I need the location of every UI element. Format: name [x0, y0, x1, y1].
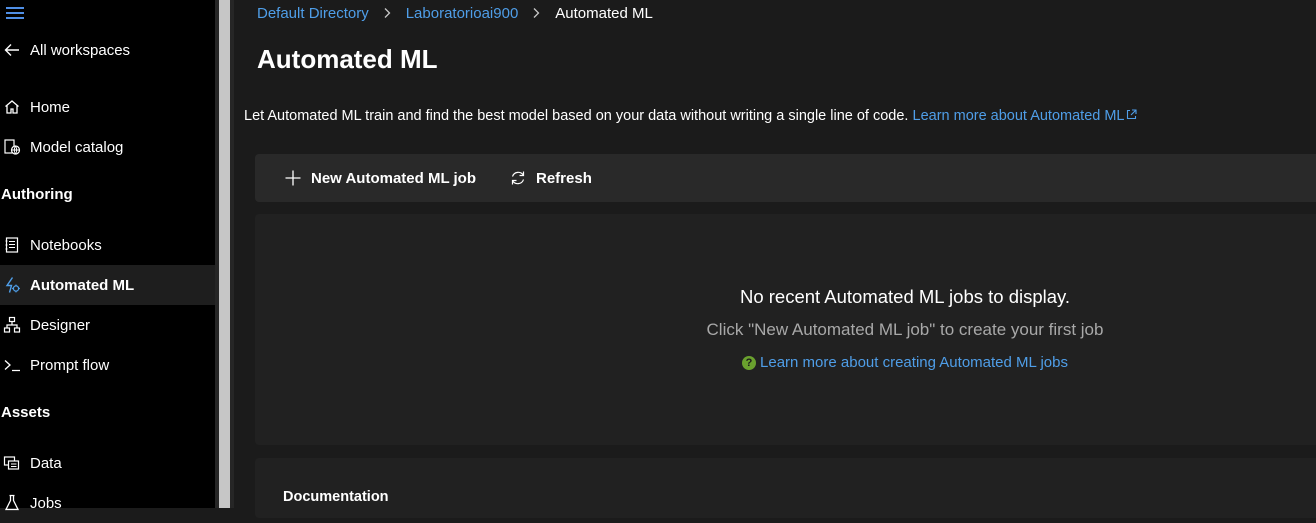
sidebar-item-data[interactable]: Data [0, 443, 215, 483]
documentation-title: Documentation [283, 489, 389, 505]
assets-section-heading: Assets [1, 404, 51, 421]
breadcrumb-current: Automated ML [555, 5, 653, 22]
new-automated-ml-job-button[interactable]: New Automated ML job [284, 154, 476, 202]
breadcrumb-workspace[interactable]: Laboratorioai900 [406, 5, 519, 22]
sidebar-item-label: Notebooks [30, 236, 102, 254]
sidebar-scrollbar-thumb[interactable] [219, 0, 230, 508]
sidebar-item-label: Model catalog [30, 138, 124, 156]
sidebar-item-notebooks[interactable]: Notebooks [0, 225, 215, 265]
designer-icon [3, 316, 21, 334]
sidebar-item-jobs[interactable]: Jobs [0, 483, 215, 523]
model-catalog-icon [3, 138, 21, 156]
sidebar-item-label: Designer [30, 316, 91, 334]
sidebar-item-automated-ml[interactable]: Automated ML [0, 265, 215, 305]
sidebar-item-label: Data [30, 454, 62, 472]
intro-text: Let Automated ML train and find the best… [244, 108, 909, 124]
empty-state-card: No recent Automated ML jobs to display. … [255, 214, 1316, 445]
all-workspaces-label: All workspaces [30, 41, 131, 59]
plus-icon [285, 170, 301, 186]
learn-more-automated-ml-link[interactable]: Learn more about Automated ML [913, 108, 1137, 124]
authoring-section-heading: Authoring [1, 186, 73, 203]
new-job-label: New Automated ML job [311, 169, 476, 187]
refresh-icon [511, 171, 525, 185]
sidebar-item-label: Jobs [30, 494, 62, 512]
refresh-label: Refresh [536, 169, 592, 187]
sidebar-item-label: Home [30, 98, 71, 116]
sidebar-item-home[interactable]: Home [0, 87, 215, 127]
refresh-button[interactable]: Refresh [509, 154, 592, 202]
main-content: Default Directory Laboratorioai900 Autom… [234, 0, 1316, 518]
notebook-icon [3, 236, 21, 254]
sidebar-item-prompt-flow[interactable]: Prompt flow [0, 345, 215, 385]
page-description: Let Automated ML train and find the best… [244, 108, 1137, 124]
sidebar-item-label: Prompt flow [30, 356, 110, 374]
empty-state-title: No recent Automated ML jobs to display. [739, 286, 1071, 307]
breadcrumb: Default Directory Laboratorioai900 Autom… [257, 5, 653, 22]
help-icon: ? [742, 356, 757, 370]
sidebar-item-designer[interactable]: Designer [0, 305, 215, 345]
empty-state-subtitle: Click "New Automated ML job" to create y… [706, 320, 1104, 339]
arrow-left-icon [3, 41, 21, 59]
automated-ml-icon [3, 276, 21, 294]
breadcrumb-separator-icon [532, 6, 541, 22]
data-icon [3, 454, 21, 472]
sidebar-item-model-catalog[interactable]: Model catalog [0, 127, 215, 167]
documentation-card: Documentation [255, 458, 1316, 518]
jobs-icon [3, 494, 21, 512]
all-workspaces-link[interactable]: All workspaces [0, 30, 215, 70]
command-toolbar: New Automated ML job Refresh [255, 154, 1316, 202]
prompt-flow-icon [3, 356, 21, 374]
home-icon [3, 98, 21, 116]
left-nav-sidebar: All workspaces Home Model catalog Author… [0, 0, 215, 512]
breadcrumb-separator-icon [383, 6, 392, 22]
learn-more-creating-jobs-link[interactable]: ? Learn more about creating Automated ML … [255, 354, 1316, 371]
hamburger-menu-icon[interactable] [6, 7, 24, 19]
sidebar-item-label: Automated ML [30, 276, 135, 294]
page-title: Automated ML [257, 44, 438, 74]
breadcrumb-default-directory[interactable]: Default Directory [257, 5, 369, 22]
external-link-icon [1126, 109, 1137, 120]
